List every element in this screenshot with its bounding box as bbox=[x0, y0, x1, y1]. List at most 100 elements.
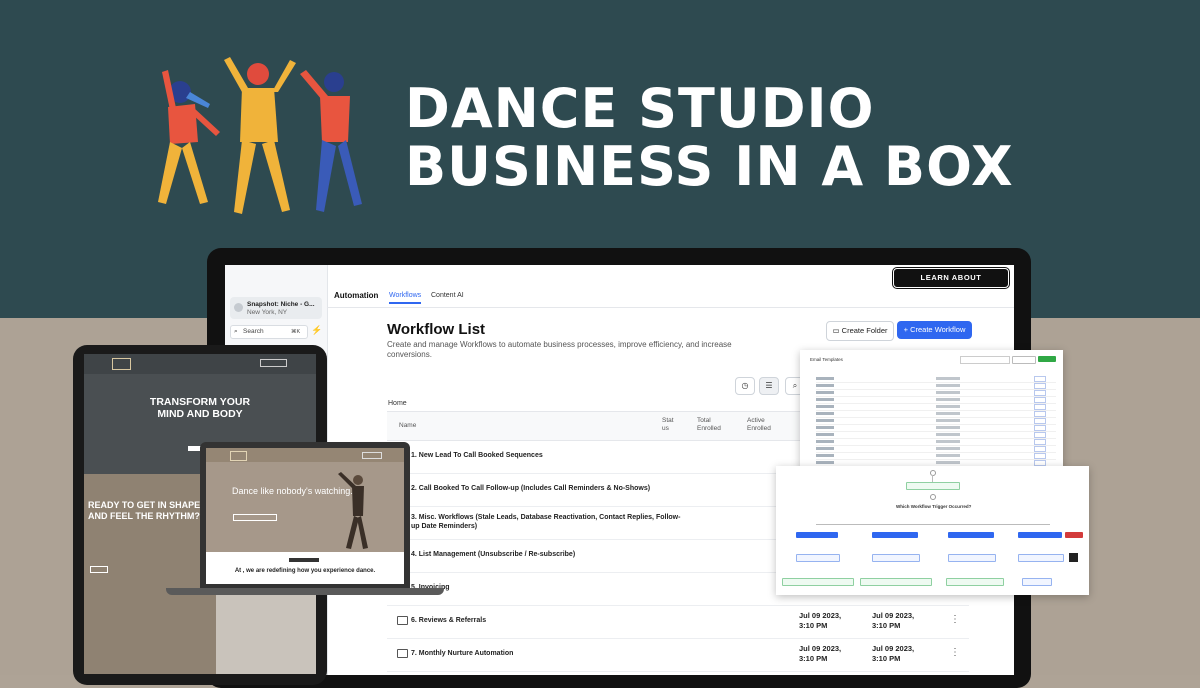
list-item[interactable] bbox=[816, 383, 1056, 390]
location-icon bbox=[234, 303, 243, 312]
list-item[interactable] bbox=[816, 390, 1056, 397]
list-item[interactable] bbox=[816, 376, 1056, 383]
add-step-icon[interactable] bbox=[930, 494, 936, 500]
hero-title-line1: DANCE STUDIO bbox=[405, 77, 875, 140]
action-node[interactable] bbox=[860, 578, 932, 586]
page-title: Workflow List bbox=[387, 321, 486, 338]
laptop-about-tag bbox=[289, 558, 319, 562]
more-options-icon[interactable]: ⋮ bbox=[950, 647, 960, 658]
create-folder-mini-button[interactable] bbox=[1012, 356, 1036, 364]
email-templates-title: Email Templates bbox=[810, 357, 843, 362]
create-workflow-label: Create Workflow bbox=[910, 325, 966, 334]
bolt-icon[interactable]: ⚡ bbox=[311, 325, 322, 336]
action-node[interactable] bbox=[948, 554, 996, 562]
plus-icon: + bbox=[903, 325, 908, 334]
list-view-icon[interactable]: ☰ bbox=[759, 377, 779, 395]
none-branch-tag[interactable] bbox=[1065, 532, 1083, 538]
folder-icon bbox=[397, 649, 408, 658]
folder-icon: ▭ bbox=[832, 326, 840, 335]
page-description: Create and manage Workflows to automate … bbox=[387, 340, 732, 359]
list-item[interactable] bbox=[816, 432, 1056, 439]
action-node[interactable] bbox=[1022, 578, 1052, 586]
table-row[interactable]: 7. Monthly Nurture Automation Jul 09 202… bbox=[387, 638, 969, 672]
template-search[interactable] bbox=[960, 356, 1010, 364]
col-status-b: us bbox=[662, 425, 669, 432]
updated-date: Jul 09 2023, 3:10 PM bbox=[872, 644, 915, 663]
studio-logo bbox=[230, 451, 247, 461]
col-name[interactable]: Name bbox=[399, 422, 416, 429]
action-node[interactable] bbox=[782, 578, 854, 586]
create-workflow-button[interactable]: + Create Workflow bbox=[897, 321, 972, 339]
branch-tag[interactable] bbox=[1018, 532, 1062, 538]
top-bar: LEARN ABOUT WORKFLOWS ☏ ✆ ◉ ♪ ? bbox=[327, 265, 1014, 300]
list-item[interactable] bbox=[816, 397, 1056, 404]
nav-tabs: Automation Workflows Content AI bbox=[327, 289, 1014, 308]
end-icon bbox=[1069, 553, 1078, 562]
list-item[interactable] bbox=[816, 404, 1056, 411]
laptop-nav bbox=[206, 448, 404, 462]
hero-title: DANCE STUDIO BUSINESS IN A BOX bbox=[405, 80, 1014, 196]
history-icon[interactable]: ◷ bbox=[735, 377, 755, 395]
branch-tag[interactable] bbox=[948, 532, 994, 538]
workflow-name[interactable]: 4. List Management (Unsubscribe / Re-sub… bbox=[411, 550, 681, 559]
dancer-photo bbox=[338, 472, 368, 549]
table-row[interactable]: 6. Reviews & Referrals Jul 09 2023, 3:10 … bbox=[387, 605, 969, 639]
folder-name[interactable]: 7. Monthly Nurture Automation bbox=[411, 649, 681, 658]
search-shortcut: ⌘K bbox=[291, 329, 301, 335]
col-active-b: Enrolled bbox=[747, 425, 771, 432]
tablet-photo-strip bbox=[216, 595, 316, 674]
search-icon: ⌕ bbox=[234, 328, 238, 335]
branch-tag[interactable] bbox=[872, 532, 918, 538]
col-total-a[interactable]: Total bbox=[697, 417, 711, 424]
action-node[interactable] bbox=[906, 482, 960, 490]
workflow-name[interactable]: 5. Invoicing bbox=[411, 583, 681, 592]
laptop-cta-button[interactable] bbox=[233, 514, 277, 521]
tab-workflows[interactable]: Workflows bbox=[389, 292, 422, 304]
tablet-body-button[interactable] bbox=[90, 566, 108, 573]
folder-icon bbox=[397, 616, 408, 625]
action-node[interactable] bbox=[1018, 554, 1064, 562]
list-item[interactable] bbox=[816, 446, 1056, 453]
action-node[interactable] bbox=[796, 554, 840, 562]
list-item[interactable] bbox=[816, 425, 1056, 432]
hero-title-line2: BUSINESS IN A BOX bbox=[405, 135, 1014, 198]
breadcrumb[interactable]: Home bbox=[388, 400, 407, 407]
section-title: Automation bbox=[334, 291, 379, 300]
create-folder-button[interactable]: ▭ Create Folder bbox=[826, 321, 894, 341]
trigger-question: Which Workflow Trigger Occurred? bbox=[896, 504, 972, 509]
col-status-a[interactable]: Stat bbox=[662, 417, 674, 424]
laptop-website-preview: Dance like nobody's watching. At , we ar… bbox=[206, 448, 404, 584]
laptop-nav-button[interactable] bbox=[362, 452, 382, 459]
tab-content-ai[interactable]: Content AI bbox=[431, 292, 464, 299]
list-item[interactable] bbox=[816, 453, 1056, 460]
studio-logo bbox=[112, 358, 131, 370]
list-item[interactable] bbox=[816, 411, 1056, 418]
created-date: Jul 09 2023, 3:10 PM bbox=[799, 644, 842, 663]
workflow-name[interactable]: 3. Misc. Workflows (Stale Leads, Databas… bbox=[411, 513, 681, 531]
list-item[interactable] bbox=[816, 418, 1056, 425]
col-total-b: Enrolled bbox=[697, 425, 721, 432]
sidebar-search[interactable]: ⌕ Search ⌘K bbox=[230, 325, 308, 339]
branch-line bbox=[816, 524, 1050, 525]
updated-date: Jul 09 2023, 3:10 PM bbox=[872, 611, 915, 630]
search-placeholder: Search bbox=[243, 328, 264, 335]
workflow-name[interactable]: 1. New Lead To Call Booked Sequences bbox=[411, 451, 681, 460]
folder-name[interactable]: 6. Reviews & Referrals bbox=[411, 616, 681, 625]
snapshot-switcher[interactable]: Snapshot: Niche - G... New York, NY bbox=[230, 297, 322, 319]
add-step-icon[interactable] bbox=[930, 470, 936, 476]
learn-workflows-button[interactable]: LEARN ABOUT WORKFLOWS bbox=[893, 268, 1009, 300]
list-item[interactable] bbox=[816, 439, 1056, 446]
action-node[interactable] bbox=[946, 578, 1004, 586]
col-active-a[interactable]: Active bbox=[747, 417, 765, 424]
tablet-nav bbox=[84, 354, 316, 374]
action-node[interactable] bbox=[872, 554, 920, 562]
tablet-cta-button[interactable] bbox=[260, 359, 287, 367]
created-date: Jul 09 2023, 3:10 PM bbox=[799, 611, 842, 630]
workflow-name[interactable]: 2. Call Booked To Call Follow-up (Includ… bbox=[411, 484, 681, 493]
more-options-icon[interactable]: ⋮ bbox=[950, 614, 960, 625]
snapshot-location: New York, NY bbox=[247, 309, 288, 316]
new-template-button[interactable] bbox=[1038, 356, 1056, 362]
branch-tag[interactable] bbox=[796, 532, 838, 538]
snapshot-title: Snapshot: Niche - G... bbox=[247, 301, 315, 308]
email-templates-panel: Email Templates bbox=[800, 350, 1063, 470]
